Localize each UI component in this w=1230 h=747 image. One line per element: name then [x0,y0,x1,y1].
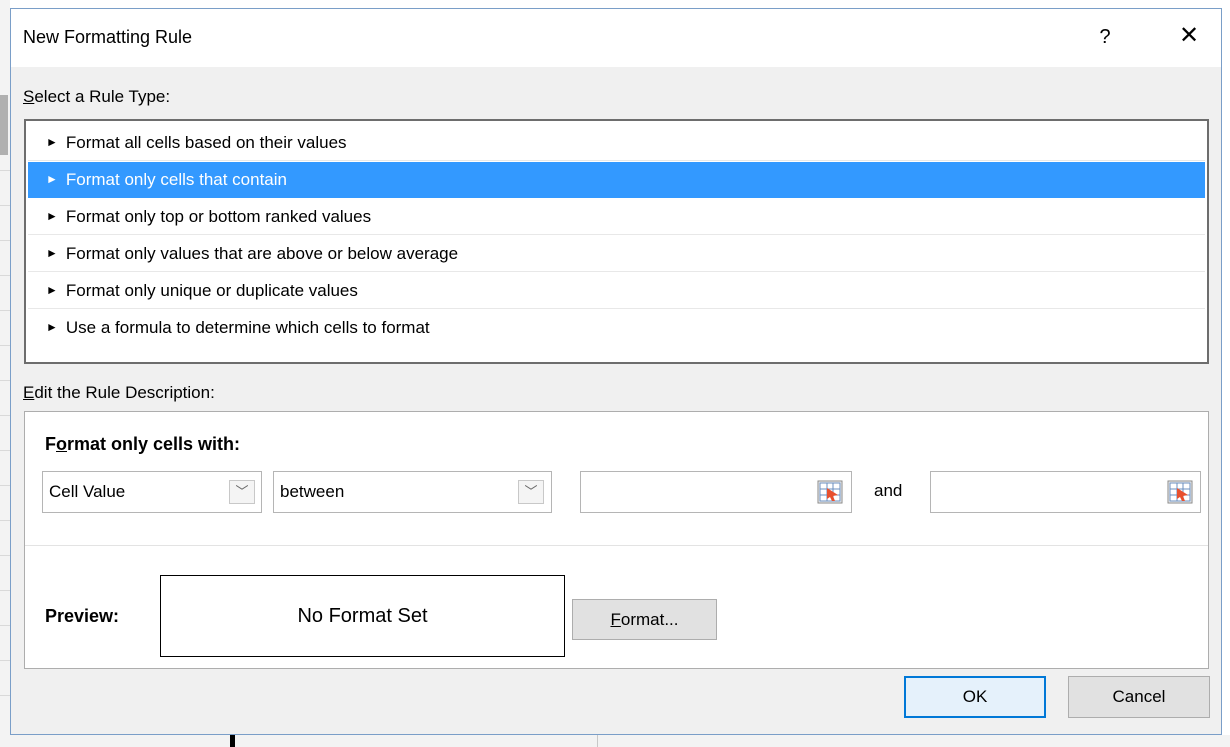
rule-type-item-selected[interactable]: ► Format only cells that contain [28,162,1205,198]
expand-arrow-icon: ► [46,319,58,334]
preview-box: No Format Set [160,575,565,657]
new-formatting-rule-dialog: New Formatting Rule ? ✕ Select a Rule Ty… [10,8,1222,735]
heading-text: F [45,434,56,454]
rule-description-panel: Format only cells with: Cell Value ﹀ bet… [24,411,1209,669]
grid-line [0,310,10,311]
rule-type-label: Format all cells based on their values [65,133,347,152]
accel-key: S [23,87,35,106]
grid-line [0,695,10,696]
button-label: ormat... [620,610,679,629]
operator-dropdown[interactable]: between ﹀ [273,471,552,513]
chevron-down-icon[interactable]: ﹀ [229,480,255,504]
format-button[interactable]: Format... [572,599,717,640]
grid-line [0,170,10,171]
rule-type-item[interactable]: ► Format only values that are above or be… [28,236,1205,272]
ok-button[interactable]: OK [904,676,1046,718]
preview-label: Preview: [45,606,120,626]
accel-key: o [56,434,67,454]
panel-divider [25,545,1208,546]
value1-input[interactable] [580,471,852,513]
chevron-down-icon[interactable]: ﹀ [518,480,544,504]
rule-type-item[interactable]: ► Use a formula to determine which cells … [28,310,1205,346]
dialog-title: New Formatting Rule [23,27,193,47]
grid-line [0,450,10,451]
rule-type-item[interactable]: ► Format only top or bottom ranked values [28,199,1205,235]
grid-line [0,380,10,381]
heading-text: rmat only cells with: [67,434,241,454]
grid-line [0,205,10,206]
accel-key: F [610,610,621,629]
select-rule-type-label: Select a Rule Type: [23,87,170,107]
expand-arrow-icon: ► [46,245,58,260]
accel-key: E [23,383,35,402]
cell-value-dropdown[interactable]: Cell Value ﹀ [42,471,262,513]
grid-line [0,415,10,416]
title-bar[interactable]: New Formatting Rule ? ✕ [11,9,1221,67]
label-text: elect a Rule Type: [34,87,171,106]
background-column-separator [597,735,598,747]
range-selector-icon[interactable] [817,480,843,504]
label-text: dit the Rule Description: [34,383,215,402]
grid-line [0,590,10,591]
dropdown-value: between [280,482,345,501]
grid-line [0,275,10,276]
range-selector-icon[interactable] [1167,480,1193,504]
background-selection-edge [230,735,235,747]
edit-rule-description-label: Edit the Rule Description: [23,383,215,403]
cancel-button[interactable]: Cancel [1068,676,1210,718]
help-button[interactable]: ? [1093,23,1117,51]
format-only-cells-with-heading: Format only cells with: [45,434,240,455]
and-label: and [874,481,903,500]
grid-line [0,240,10,241]
expand-arrow-icon: ► [46,282,58,297]
background-scroll-tab [0,95,8,155]
rule-type-label: Format only unique or duplicate values [65,281,358,300]
background-sheet-bottom [0,735,1230,747]
rule-type-label: Format only values that are above or bel… [65,244,459,263]
rule-type-label: Format only top or bottom ranked values [65,207,372,226]
dropdown-value: Cell Value [49,482,126,501]
background-sheet-edge [0,0,10,747]
grid-line [0,660,10,661]
grid-line [0,625,10,626]
expand-arrow-icon: ► [46,171,58,186]
rule-type-label: Format only cells that contain [65,170,287,189]
grid-line [0,485,10,486]
rule-type-list[interactable]: ► Format all cells based on their values … [24,119,1209,364]
rule-type-item[interactable]: ► Format only unique or duplicate values [28,273,1205,309]
expand-arrow-icon: ► [46,208,58,223]
grid-line [0,345,10,346]
grid-line [0,520,10,521]
grid-line [0,555,10,556]
rule-type-item[interactable]: ► Format all cells based on their values [28,125,1205,161]
value2-input[interactable] [930,471,1201,513]
expand-arrow-icon: ► [46,134,58,149]
close-button[interactable]: ✕ [1175,21,1203,51]
background-app [0,0,1230,8]
rule-type-label: Use a formula to determine which cells t… [65,318,430,337]
